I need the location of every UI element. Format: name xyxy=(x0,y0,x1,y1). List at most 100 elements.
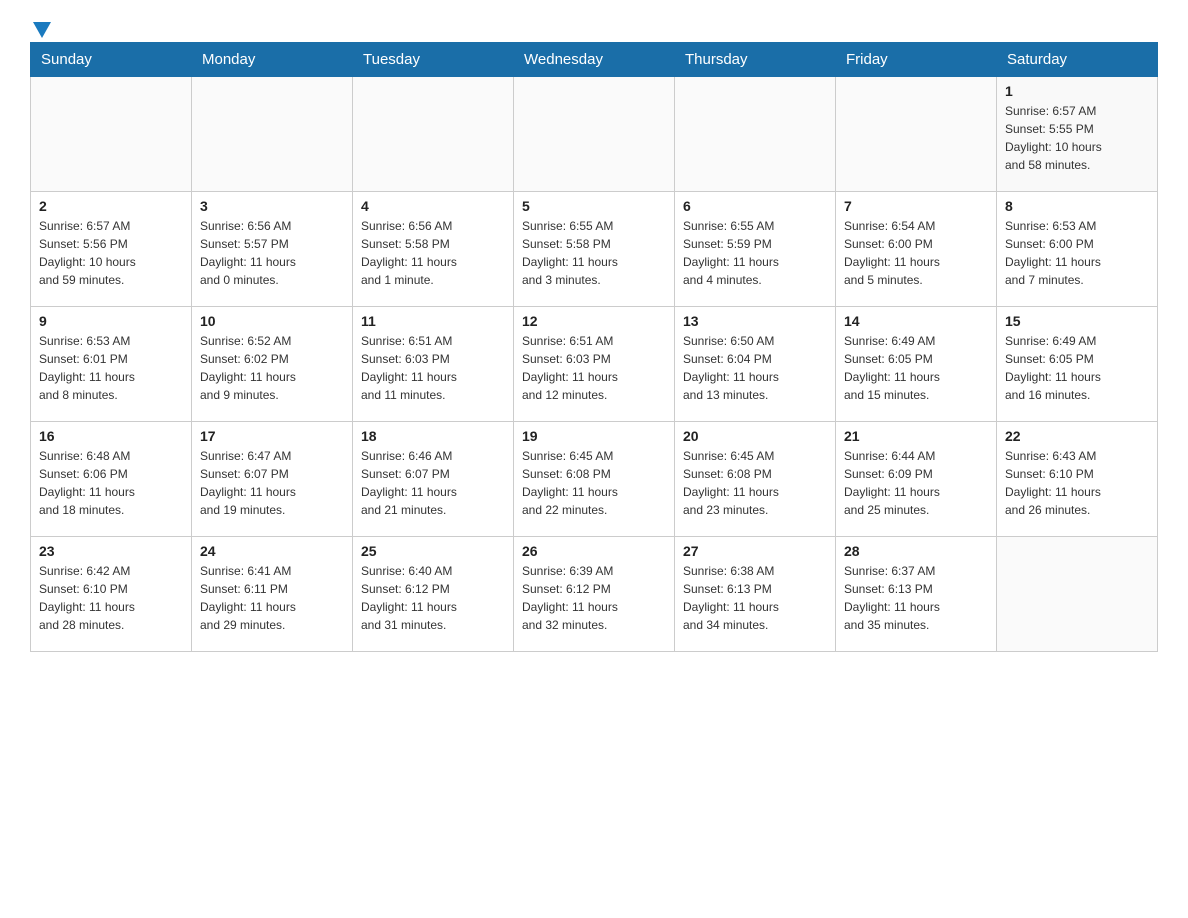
day-number: 25 xyxy=(361,543,505,559)
calendar-cell: 21 Sunrise: 6:44 AM Sunset: 6:09 PM Dayli… xyxy=(836,422,997,537)
day-info-text: Sunrise: 6:42 AM Sunset: 6:10 PM Dayligh… xyxy=(39,562,183,634)
day-info-text: Sunrise: 6:49 AM Sunset: 6:05 PM Dayligh… xyxy=(844,332,988,404)
column-header-saturday: Saturday xyxy=(997,43,1158,77)
day-info-text: Sunrise: 6:46 AM Sunset: 6:07 PM Dayligh… xyxy=(361,447,505,519)
day-info-text: Sunrise: 6:40 AM Sunset: 6:12 PM Dayligh… xyxy=(361,562,505,634)
calendar-cell: 28 Sunrise: 6:37 AM Sunset: 6:13 PM Dayli… xyxy=(836,537,997,652)
calendar-cell: 27 Sunrise: 6:38 AM Sunset: 6:13 PM Dayli… xyxy=(675,537,836,652)
calendar-cell xyxy=(997,537,1158,652)
day-info-text: Sunrise: 6:37 AM Sunset: 6:13 PM Dayligh… xyxy=(844,562,988,634)
day-info-text: Sunrise: 6:44 AM Sunset: 6:09 PM Dayligh… xyxy=(844,447,988,519)
day-number: 9 xyxy=(39,313,183,329)
day-number: 2 xyxy=(39,198,183,214)
column-header-sunday: Sunday xyxy=(31,43,192,77)
calendar-cell: 13 Sunrise: 6:50 AM Sunset: 6:04 PM Dayli… xyxy=(675,307,836,422)
column-header-tuesday: Tuesday xyxy=(353,43,514,77)
day-info-text: Sunrise: 6:50 AM Sunset: 6:04 PM Dayligh… xyxy=(683,332,827,404)
day-number: 5 xyxy=(522,198,666,214)
calendar-cell xyxy=(353,77,514,192)
day-info-text: Sunrise: 6:57 AM Sunset: 5:56 PM Dayligh… xyxy=(39,217,183,289)
calendar-cell: 25 Sunrise: 6:40 AM Sunset: 6:12 PM Dayli… xyxy=(353,537,514,652)
day-number: 13 xyxy=(683,313,827,329)
calendar-cell: 7 Sunrise: 6:54 AM Sunset: 6:00 PM Daylig… xyxy=(836,192,997,307)
day-info-text: Sunrise: 6:39 AM Sunset: 6:12 PM Dayligh… xyxy=(522,562,666,634)
column-header-wednesday: Wednesday xyxy=(514,43,675,77)
day-number: 19 xyxy=(522,428,666,444)
day-number: 3 xyxy=(200,198,344,214)
calendar-cell xyxy=(192,77,353,192)
column-header-friday: Friday xyxy=(836,43,997,77)
calendar-cell: 10 Sunrise: 6:52 AM Sunset: 6:02 PM Dayli… xyxy=(192,307,353,422)
calendar-cell: 8Sunrise: 6:53 AM Sunset: 6:00 PM Daylig… xyxy=(997,192,1158,307)
day-number: 24 xyxy=(200,543,344,559)
calendar-cell: 1 Sunrise: 6:57 AM Sunset: 5:55 PM Daylig… xyxy=(997,77,1158,192)
calendar-week-row: 1 Sunrise: 6:57 AM Sunset: 5:55 PM Daylig… xyxy=(31,77,1158,192)
day-number: 12 xyxy=(522,313,666,329)
calendar-cell: 9 Sunrise: 6:53 AM Sunset: 6:01 PM Daylig… xyxy=(31,307,192,422)
calendar-cell: 3 Sunrise: 6:56 AM Sunset: 5:57 PM Daylig… xyxy=(192,192,353,307)
day-number: 18 xyxy=(361,428,505,444)
day-info-text: Sunrise: 6:38 AM Sunset: 6:13 PM Dayligh… xyxy=(683,562,827,634)
calendar-cell: 5 Sunrise: 6:55 AM Sunset: 5:58 PM Daylig… xyxy=(514,192,675,307)
logo-arrow-icon xyxy=(33,22,51,38)
day-info-text: Sunrise: 6:53 AM Sunset: 6:00 PM Dayligh… xyxy=(1005,217,1149,289)
calendar-cell: 2 Sunrise: 6:57 AM Sunset: 5:56 PM Daylig… xyxy=(31,192,192,307)
day-number: 20 xyxy=(683,428,827,444)
day-info-text: Sunrise: 6:41 AM Sunset: 6:11 PM Dayligh… xyxy=(200,562,344,634)
logo xyxy=(30,20,51,32)
page-header xyxy=(30,20,1158,32)
calendar-cell: 6Sunrise: 6:55 AM Sunset: 5:59 PM Daylig… xyxy=(675,192,836,307)
calendar-cell xyxy=(675,77,836,192)
calendar-cell xyxy=(514,77,675,192)
calendar-cell: 15 Sunrise: 6:49 AM Sunset: 6:05 PM Dayli… xyxy=(997,307,1158,422)
day-info-text: Sunrise: 6:45 AM Sunset: 6:08 PM Dayligh… xyxy=(683,447,827,519)
day-number: 17 xyxy=(200,428,344,444)
calendar-header-row: SundayMondayTuesdayWednesdayThursdayFrid… xyxy=(31,43,1158,77)
day-number: 11 xyxy=(361,313,505,329)
day-number: 22 xyxy=(1005,428,1149,444)
calendar-cell: 11 Sunrise: 6:51 AM Sunset: 6:03 PM Dayli… xyxy=(353,307,514,422)
day-info-text: Sunrise: 6:56 AM Sunset: 5:57 PM Dayligh… xyxy=(200,217,344,289)
day-info-text: Sunrise: 6:45 AM Sunset: 6:08 PM Dayligh… xyxy=(522,447,666,519)
day-number: 7 xyxy=(844,198,988,214)
day-info-text: Sunrise: 6:43 AM Sunset: 6:10 PM Dayligh… xyxy=(1005,447,1149,519)
day-info-text: Sunrise: 6:51 AM Sunset: 6:03 PM Dayligh… xyxy=(361,332,505,404)
day-number: 26 xyxy=(522,543,666,559)
calendar-week-row: 2 Sunrise: 6:57 AM Sunset: 5:56 PM Daylig… xyxy=(31,192,1158,307)
day-number: 23 xyxy=(39,543,183,559)
day-info-text: Sunrise: 6:54 AM Sunset: 6:00 PM Dayligh… xyxy=(844,217,988,289)
calendar-cell xyxy=(31,77,192,192)
day-info-text: Sunrise: 6:51 AM Sunset: 6:03 PM Dayligh… xyxy=(522,332,666,404)
column-header-thursday: Thursday xyxy=(675,43,836,77)
calendar-cell: 18 Sunrise: 6:46 AM Sunset: 6:07 PM Dayli… xyxy=(353,422,514,537)
calendar-cell: 19 Sunrise: 6:45 AM Sunset: 6:08 PM Dayli… xyxy=(514,422,675,537)
calendar-week-row: 9 Sunrise: 6:53 AM Sunset: 6:01 PM Daylig… xyxy=(31,307,1158,422)
day-number: 16 xyxy=(39,428,183,444)
calendar-week-row: 23 Sunrise: 6:42 AM Sunset: 6:10 PM Dayli… xyxy=(31,537,1158,652)
day-number: 1 xyxy=(1005,83,1149,99)
day-info-text: Sunrise: 6:52 AM Sunset: 6:02 PM Dayligh… xyxy=(200,332,344,404)
day-number: 14 xyxy=(844,313,988,329)
column-header-monday: Monday xyxy=(192,43,353,77)
day-info-text: Sunrise: 6:47 AM Sunset: 6:07 PM Dayligh… xyxy=(200,447,344,519)
calendar-cell: 4Sunrise: 6:56 AM Sunset: 5:58 PM Daylig… xyxy=(353,192,514,307)
calendar-cell: 22 Sunrise: 6:43 AM Sunset: 6:10 PM Dayli… xyxy=(997,422,1158,537)
day-info-text: Sunrise: 6:48 AM Sunset: 6:06 PM Dayligh… xyxy=(39,447,183,519)
day-number: 10 xyxy=(200,313,344,329)
calendar-cell: 24 Sunrise: 6:41 AM Sunset: 6:11 PM Dayli… xyxy=(192,537,353,652)
day-info-text: Sunrise: 6:57 AM Sunset: 5:55 PM Dayligh… xyxy=(1005,102,1149,174)
calendar-cell: 16 Sunrise: 6:48 AM Sunset: 6:06 PM Dayli… xyxy=(31,422,192,537)
day-info-text: Sunrise: 6:49 AM Sunset: 6:05 PM Dayligh… xyxy=(1005,332,1149,404)
day-number: 21 xyxy=(844,428,988,444)
day-number: 4 xyxy=(361,198,505,214)
calendar-cell: 23 Sunrise: 6:42 AM Sunset: 6:10 PM Dayli… xyxy=(31,537,192,652)
calendar-cell: 20 Sunrise: 6:45 AM Sunset: 6:08 PM Dayli… xyxy=(675,422,836,537)
day-number: 27 xyxy=(683,543,827,559)
calendar-week-row: 16 Sunrise: 6:48 AM Sunset: 6:06 PM Dayli… xyxy=(31,422,1158,537)
day-info-text: Sunrise: 6:53 AM Sunset: 6:01 PM Dayligh… xyxy=(39,332,183,404)
day-number: 15 xyxy=(1005,313,1149,329)
day-number: 28 xyxy=(844,543,988,559)
day-number: 6 xyxy=(683,198,827,214)
day-info-text: Sunrise: 6:55 AM Sunset: 5:58 PM Dayligh… xyxy=(522,217,666,289)
calendar-cell: 17 Sunrise: 6:47 AM Sunset: 6:07 PM Dayli… xyxy=(192,422,353,537)
